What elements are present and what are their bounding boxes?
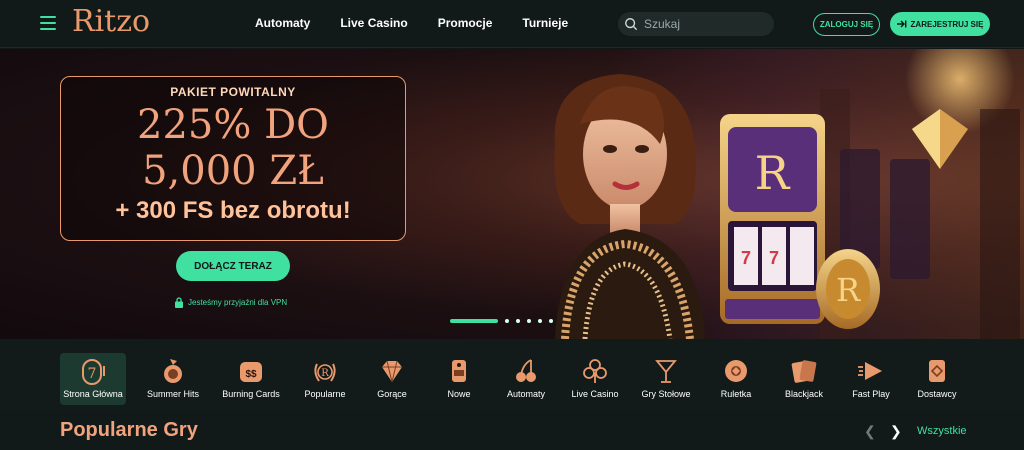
vpn-note-text: Jesteśmy przyjaźni dla VPN [188, 298, 288, 307]
hero-illustration: R 7 7 R [554, 49, 1020, 339]
register-label: ZAREJESTRUJ SIĘ [910, 19, 984, 29]
category-blackjack[interactable]: Blackjack [771, 353, 837, 405]
carousel-dot[interactable] [549, 319, 553, 323]
welcome-offer-box: PAKIET POWITALNY 225% DO 5,000 ZŁ + 300 … [60, 76, 406, 241]
carousel-dot[interactable] [516, 319, 520, 323]
category-gorace[interactable]: Gorące [359, 353, 425, 405]
category-strona-glowna[interactable]: 7 Strona Główna [60, 353, 126, 405]
carousel-dot[interactable] [450, 319, 498, 323]
fruit-icon [164, 359, 182, 383]
login-button[interactable]: ZALOGUJ SIĘ [813, 13, 880, 36]
svg-text:R: R [836, 271, 861, 309]
category-nowe[interactable]: Nowe [426, 353, 492, 405]
lock-icon [175, 297, 183, 308]
dollar-cards-icon: $$ [240, 362, 262, 382]
carousel-dots [450, 319, 553, 323]
cherries-icon [516, 359, 536, 382]
category-live-casino[interactable]: Live Casino [562, 353, 628, 405]
vpn-note: Jesteśmy przyjaźni dla VPN [175, 297, 287, 308]
roulette-icon [725, 360, 747, 382]
chevron-right-icon[interactable]: ❯ [890, 423, 902, 440]
main-nav: Automaty Live Casino Promocje Turnieje [255, 16, 568, 30]
hamburger-menu-icon[interactable] [40, 16, 56, 30]
category-fast-play[interactable]: Fast Play [838, 353, 904, 405]
svg-text:7: 7 [769, 248, 779, 268]
welcome-offer-subtitle: PAKIET POWITALNY [170, 85, 296, 99]
svg-text:R: R [321, 368, 329, 379]
svg-text:7: 7 [741, 248, 751, 268]
carousel-dot[interactable] [527, 319, 531, 323]
hero-banner: R 7 7 R PAKIET POWITALNY 225% DO 5,000 Z… [0, 49, 1024, 339]
register-button[interactable]: ZAREJESTRUJ SIĘ [890, 12, 990, 36]
svg-text:7: 7 [88, 366, 97, 382]
category-ruletka[interactable]: Ruletka [703, 353, 769, 405]
category-popularne[interactable]: R Popularne [292, 353, 358, 405]
nav-item-live-casino[interactable]: Live Casino [340, 16, 407, 30]
new-tag-icon [452, 360, 466, 382]
welcome-offer-line1: 225% DO [137, 102, 329, 148]
carousel-dot[interactable] [505, 319, 509, 323]
search-input[interactable] [644, 17, 764, 31]
category-automaty[interactable]: Automaty [493, 353, 559, 405]
cards-icon [791, 360, 817, 383]
join-now-button[interactable]: DOŁĄCZ TERAZ [176, 251, 290, 281]
welcome-offer-line2: 5,000 ZŁ [142, 148, 324, 194]
laurel-r-icon: R [314, 363, 336, 382]
nav-item-turnieje[interactable]: Turnieje [522, 16, 568, 30]
cocktail-icon [655, 360, 677, 383]
providers-icon [929, 360, 945, 382]
category-bar: 7 Strona Główna Summer Hits $$ Burning C… [0, 339, 1024, 411]
fast-play-icon [858, 362, 882, 380]
svg-text:$$: $$ [245, 369, 257, 380]
gold-coin-icon: R [816, 249, 880, 329]
section-title: Popularne Gry [60, 419, 198, 441]
popular-games-section: Popularne Gry ❮ ❯ Wszystkie [0, 411, 1024, 450]
nav-item-promocje[interactable]: Promocje [438, 16, 493, 30]
woman-illustration [554, 74, 705, 339]
slot-seven-icon: 7 [82, 359, 105, 385]
nav-item-automaty[interactable]: Automaty [255, 16, 310, 30]
search-icon [625, 18, 638, 31]
header: Ritzo Automaty Live Casino Promocje Turn… [0, 0, 1024, 48]
category-burning-cards[interactable]: $$ Burning Cards [218, 353, 284, 405]
carousel-dot[interactable] [538, 319, 542, 323]
see-all-link[interactable]: Wszystkie [917, 425, 967, 437]
slot-machine: R 7 7 [720, 114, 825, 324]
welcome-offer-free-spins: + 300 FS bez obrotu! [115, 197, 351, 224]
chevron-left-icon[interactable]: ❮ [864, 423, 876, 440]
category-dostawcy[interactable]: Dostawcy [904, 353, 970, 405]
category-gry-stolowe[interactable]: Gry Stołowe [633, 353, 699, 405]
diamond-icon [382, 360, 402, 383]
search-box[interactable] [618, 12, 774, 36]
svg-text:R: R [755, 146, 791, 200]
category-summer-hits[interactable]: Summer Hits [140, 353, 206, 405]
clubs-icon [583, 359, 607, 383]
login-arrow-icon [896, 20, 906, 28]
logo[interactable]: Ritzo [72, 4, 150, 39]
